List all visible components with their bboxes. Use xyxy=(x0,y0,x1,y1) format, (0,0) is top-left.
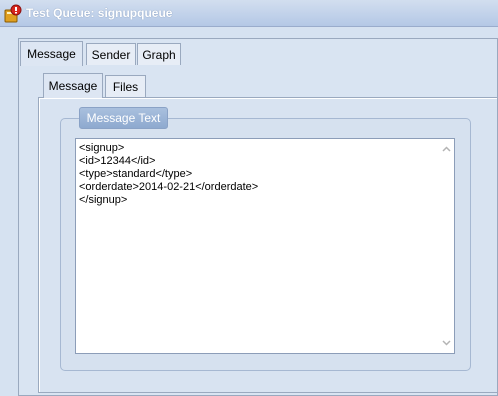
tab-sender-label: Sender xyxy=(91,47,131,62)
tab-sender[interactable]: Sender xyxy=(86,43,136,65)
scroll-up-arrow-icon[interactable] xyxy=(438,141,454,157)
tab-inner-message[interactable]: Message xyxy=(43,73,103,98)
queue-app-icon xyxy=(4,4,22,23)
message-text-group-label: Message Text xyxy=(79,107,168,129)
message-text-group-label-text: Message Text xyxy=(86,111,161,125)
tab-message[interactable]: Message xyxy=(20,41,83,66)
vertical-scrollbar[interactable] xyxy=(437,139,454,353)
tab-files-label: Files xyxy=(112,79,139,94)
message-text-area[interactable]: <signup> <id>12344</id> <type>standard</… xyxy=(75,138,455,354)
tab-graph-label: Graph xyxy=(142,47,176,62)
message-text-content[interactable]: <signup> <id>12344</id> <type>standard</… xyxy=(79,142,434,207)
window-title: Test Queue: signupqueue xyxy=(26,6,173,20)
tab-graph[interactable]: Graph xyxy=(137,43,181,65)
tab-inner-message-label: Message xyxy=(48,79,98,93)
tab-files[interactable]: Files xyxy=(105,75,146,97)
scroll-down-arrow-icon[interactable] xyxy=(438,335,454,351)
title-bar: Test Queue: signupqueue xyxy=(0,0,498,27)
tab-message-label: Message xyxy=(27,47,76,61)
